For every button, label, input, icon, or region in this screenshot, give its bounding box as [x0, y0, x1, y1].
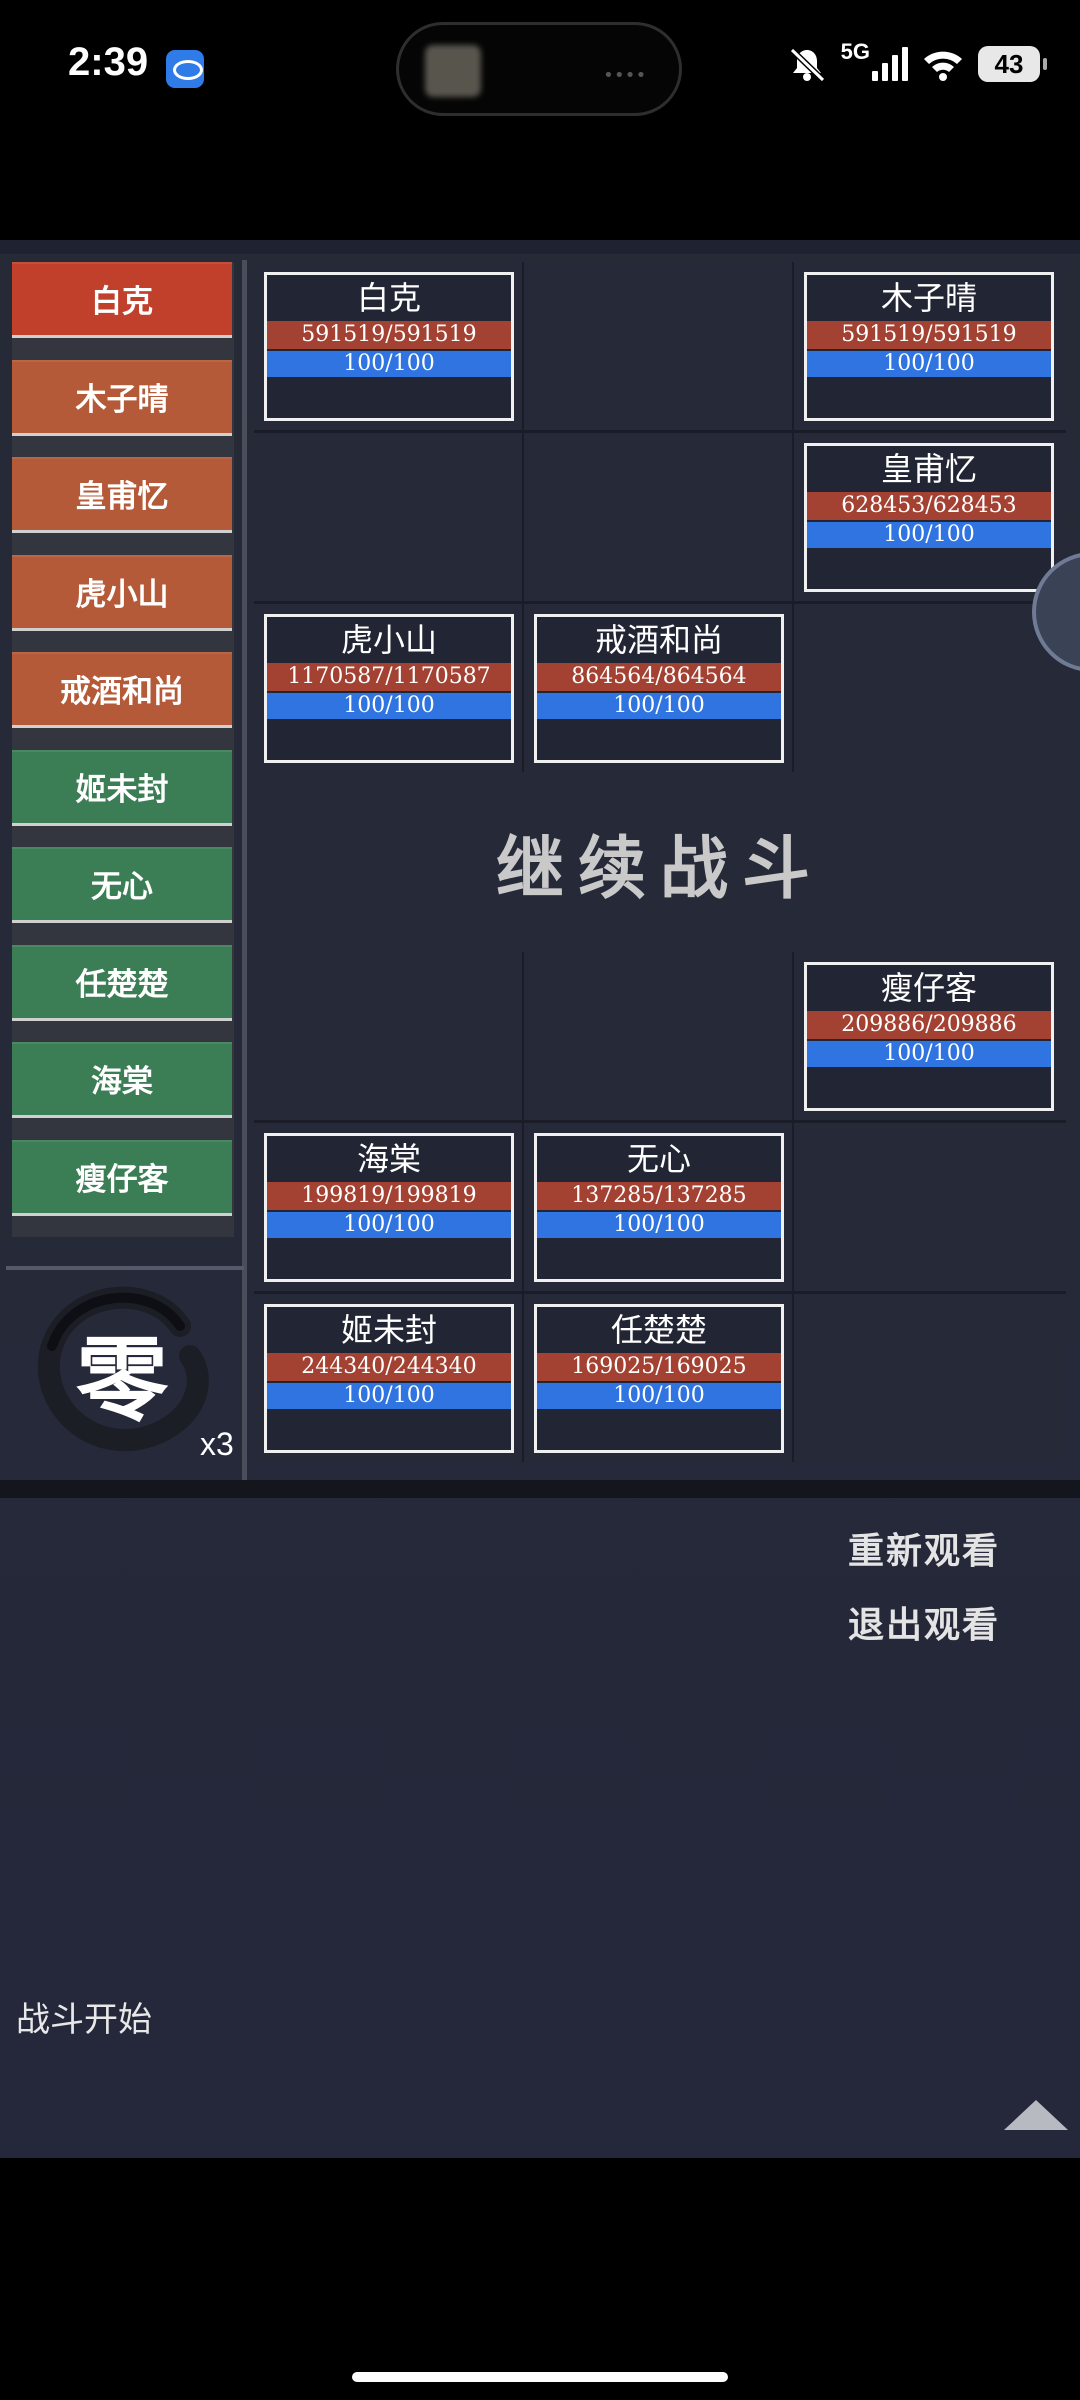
fighter-card[interactable]: 木子晴 591519/591519 100/100 — [804, 272, 1054, 421]
grid-cell[interactable] — [524, 433, 792, 601]
hp-bar: 1170587/1170587 — [267, 663, 511, 691]
fighter-card[interactable]: 海棠 199819/199819 100/100 — [264, 1133, 514, 1282]
grid-cell[interactable]: 木子晴 591519/591519 100/100 — [794, 262, 1066, 430]
hp-bar: 591519/591519 — [807, 321, 1051, 349]
fighter-card[interactable]: 戒酒和尚 864564/864564 100/100 — [534, 614, 784, 763]
grid-cell[interactable] — [524, 952, 792, 1120]
grid-cell[interactable] — [794, 604, 1066, 772]
grid-cell[interactable]: 海棠 199819/199819 100/100 — [254, 1123, 522, 1291]
grid-cell[interactable] — [794, 1294, 1066, 1462]
roster-item[interactable]: 虎小山 — [12, 554, 232, 631]
fighter-card[interactable]: 皇甫忆 628453/628453 100/100 — [804, 443, 1054, 592]
mp-bar: 100/100 — [807, 351, 1051, 377]
roster-item[interactable]: 任楚楚 — [12, 944, 232, 1021]
wifi-icon — [924, 51, 962, 81]
fighter-card[interactable]: 姬未封 244340/244340 100/100 — [264, 1304, 514, 1453]
battery-icon: 43 — [978, 46, 1047, 82]
mp-bar: 100/100 — [537, 1212, 781, 1238]
mp-bar: 100/100 — [807, 522, 1051, 548]
app-notification-icon — [166, 50, 204, 88]
hp-bar: 591519/591519 — [267, 321, 511, 349]
network-type: 5G — [840, 39, 870, 64]
roster-item[interactable]: 无心 — [12, 847, 232, 923]
grid-cell[interactable]: 虎小山 1170587/1170587 100/100 — [254, 604, 522, 772]
home-indicator[interactable] — [352, 2372, 728, 2382]
fighter-card[interactable]: 虎小山 1170587/1170587 100/100 — [264, 614, 514, 763]
hp-bar: 199819/199819 — [267, 1182, 511, 1210]
mp-bar: 100/100 — [267, 1383, 511, 1409]
dynamic-island: •••• — [396, 22, 682, 116]
battle-screen: 白克 木子晴 皇甫忆 虎小山 戒酒和尚 姬未封 无心 任楚楚 海棠 瘦仔客 零 x3 白克 5915… — [0, 240, 1080, 2158]
live-activity-thumbnail — [425, 45, 481, 97]
grid-cell[interactable]: 无心 137285/137285 100/100 — [524, 1123, 792, 1291]
fighter-card[interactable]: 无心 137285/137285 100/100 — [534, 1133, 784, 1282]
hp-bar: 244340/244340 — [267, 1353, 511, 1381]
continue-battle-button[interactable]: 继续战斗 — [254, 772, 1066, 952]
roster-item[interactable]: 皇甫忆 — [12, 457, 232, 533]
fighter-name: 姬未封 — [340, 1311, 437, 1349]
fighter-name: 虎小山 — [340, 621, 437, 659]
ally-formation-grid: 瘦仔客 209886/209886 100/100 海棠 199819/199819 10… — [254, 952, 1066, 1462]
grid-cell[interactable]: 皇甫忆 628453/628453 100/100 — [794, 433, 1066, 601]
hp-bar: 137285/137285 — [537, 1182, 781, 1210]
fighter-card[interactable]: 瘦仔客 209886/209886 100/100 — [804, 962, 1054, 1111]
roster-item[interactable]: 白克 — [12, 262, 232, 338]
mp-bar: 100/100 — [267, 351, 511, 377]
ink-divider — [0, 1480, 1080, 1498]
fighter-card[interactable]: 任楚楚 169025/169025 100/100 — [534, 1304, 784, 1453]
hp-bar: 628453/628453 — [807, 492, 1051, 520]
fighter-name: 木子晴 — [880, 279, 977, 317]
status-icons: 5G 43 — [787, 39, 1047, 84]
signal-icon — [872, 47, 908, 81]
mp-bar: 100/100 — [267, 1212, 511, 1238]
fighter-name: 白克 — [356, 279, 421, 317]
grid-cell[interactable]: 白克 591519/591519 100/100 — [254, 262, 522, 430]
grid-cell[interactable]: 瘦仔客 209886/209886 100/100 — [794, 952, 1066, 1120]
fighter-name: 海棠 — [356, 1140, 421, 1178]
grid-cell[interactable] — [254, 952, 522, 1120]
mp-bar: 100/100 — [537, 693, 781, 719]
fighter-name: 戒酒和尚 — [594, 621, 723, 659]
status-bar: 2:39 •••• 5G 43 — [0, 0, 1080, 140]
replay-button[interactable]: 重新观看 — [848, 1522, 1000, 1574]
roster-item[interactable]: 瘦仔客 — [12, 1139, 232, 1216]
grid-cell[interactable]: 姬未封 244340/244340 100/100 — [254, 1294, 522, 1462]
scroll-up-icon[interactable] — [1004, 2100, 1068, 2130]
roster-item[interactable]: 戒酒和尚 — [12, 652, 232, 728]
status-time: 2:39 — [68, 40, 149, 84]
grid-cell[interactable]: 任楚楚 169025/169025 100/100 — [524, 1294, 792, 1462]
hp-bar: 169025/169025 — [537, 1353, 781, 1381]
roster-bottom-divider — [6, 1266, 244, 1270]
roster-divider — [242, 260, 247, 1482]
fighter-card[interactable]: 白克 591519/591519 100/100 — [264, 272, 514, 421]
mute-bell-icon — [789, 47, 825, 83]
zero-emblem[interactable]: 零 — [30, 1286, 220, 1466]
roster-item[interactable]: 海棠 — [12, 1042, 232, 1118]
grid-cell[interactable] — [794, 1123, 1066, 1291]
hp-bar: 864564/864564 — [537, 663, 781, 691]
fighter-name: 皇甫忆 — [880, 450, 977, 488]
hp-bar: 209886/209886 — [807, 1011, 1051, 1039]
emblem-character: 零 — [76, 1326, 169, 1434]
roster-item[interactable]: 姬未封 — [12, 749, 232, 826]
bottom-safe-area — [0, 2158, 1080, 2400]
grid-cell[interactable] — [254, 433, 522, 601]
fighter-name: 瘦仔客 — [880, 969, 977, 1007]
mp-bar: 100/100 — [267, 693, 511, 719]
battle-log-text: 战斗开始 — [16, 2000, 152, 2040]
fighter-name: 无心 — [626, 1140, 691, 1178]
live-activity-indicator: •••• — [603, 65, 647, 86]
speed-multiplier[interactable]: x3 — [200, 1426, 234, 1463]
exit-watch-button[interactable]: 退出观看 — [848, 1596, 1000, 1648]
top-strip — [0, 240, 1080, 254]
grid-cell[interactable]: 戒酒和尚 864564/864564 100/100 — [524, 604, 792, 772]
grid-cell[interactable] — [524, 262, 792, 430]
enemy-formation-grid: 白克 591519/591519 100/100 木子晴 591519/591519 10… — [254, 262, 1066, 772]
roster-item[interactable]: 木子晴 — [12, 359, 232, 436]
fighter-name: 任楚楚 — [610, 1311, 707, 1349]
mp-bar: 100/100 — [807, 1041, 1051, 1067]
mp-bar: 100/100 — [537, 1383, 781, 1409]
